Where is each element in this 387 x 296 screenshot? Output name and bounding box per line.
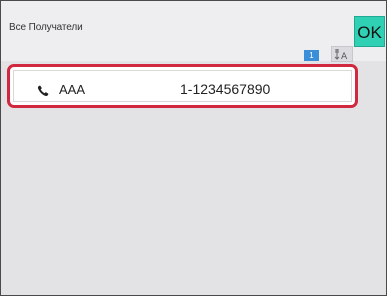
ok-button[interactable]: OK: [354, 16, 385, 47]
recipients-screen: Все Получатели OK 1 A AAA 1-1234567890: [0, 0, 387, 296]
recipient-row-body: AAA 1-1234567890: [13, 70, 352, 102]
header-bar: Все Получатели OK: [1, 1, 386, 61]
page-indicator[interactable]: 1: [304, 50, 319, 61]
phone-icon: [37, 84, 49, 97]
sort-alphabet-icon[interactable]: A: [331, 46, 353, 62]
screen-title: Все Получатели: [9, 22, 83, 33]
recipient-name: AAA: [59, 82, 86, 97]
recipient-row[interactable]: AAA 1-1234567890: [7, 64, 358, 108]
recipient-number: 1-1234567890: [180, 81, 271, 97]
sort-alphabet-glyph: A: [334, 49, 348, 60]
svg-text:A: A: [341, 52, 348, 60]
